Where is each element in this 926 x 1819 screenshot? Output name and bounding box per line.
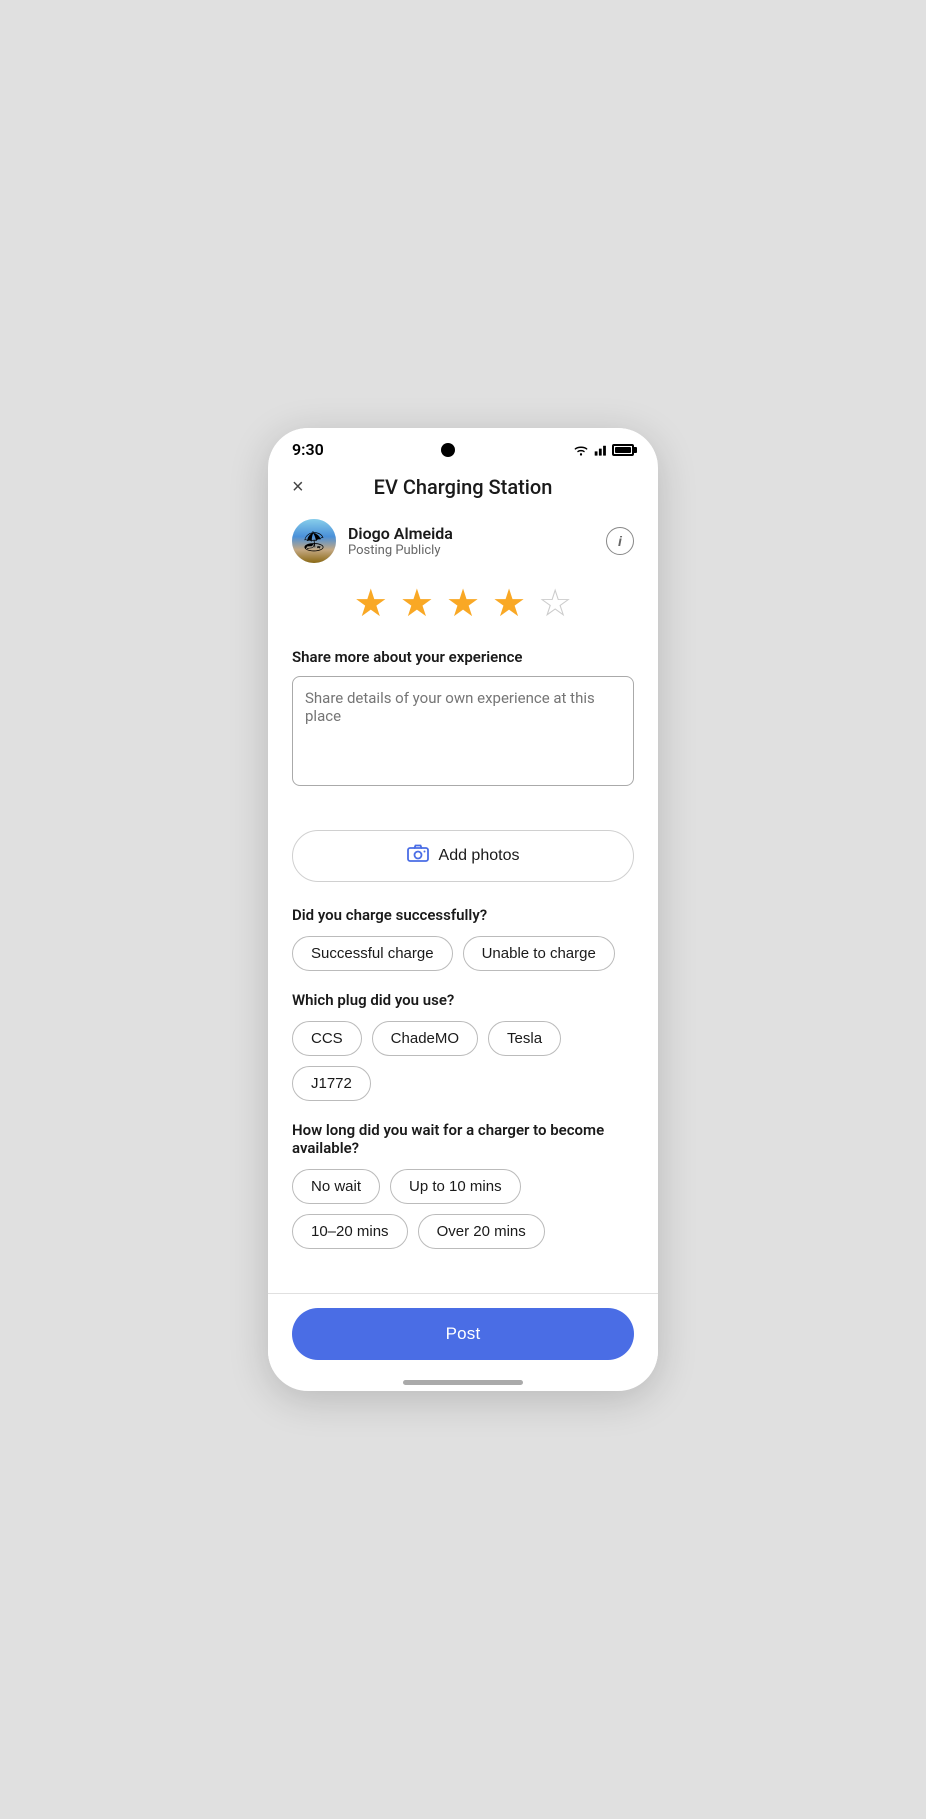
- plug-question-text: Which plug did you use?: [292, 991, 634, 1009]
- wait-options: No wait Up to 10 mins 10–20 mins Over 20…: [292, 1169, 634, 1249]
- info-button[interactable]: i: [606, 527, 634, 555]
- charge-question-text: Did you charge successfully?: [292, 906, 634, 924]
- charge-question-section: Did you charge successfully? Successful …: [292, 906, 634, 971]
- user-name: Diogo Almeida: [348, 524, 453, 543]
- chip-j1772[interactable]: J1772: [292, 1066, 371, 1101]
- app-header: × EV Charging Station: [268, 463, 658, 511]
- wifi-icon: [572, 443, 590, 457]
- signal-icon: [594, 443, 608, 457]
- chip-up-to-10-mins[interactable]: Up to 10 mins: [390, 1169, 521, 1204]
- review-section: Share more about your experience: [292, 648, 634, 810]
- status-icons: [572, 443, 634, 457]
- post-button[interactable]: Post: [292, 1308, 634, 1360]
- camera-dot: [441, 443, 455, 457]
- user-text: Diogo Almeida Posting Publicly: [348, 524, 453, 558]
- star-4[interactable]: ★: [492, 581, 526, 626]
- user-subtitle: Posting Publicly: [348, 543, 453, 558]
- chip-successful-charge[interactable]: Successful charge: [292, 936, 453, 971]
- phone-frame: 9:30 × EV Charging Station: [268, 428, 658, 1391]
- chip-ccs[interactable]: CCS: [292, 1021, 362, 1056]
- add-photos-button[interactable]: Add photos: [292, 830, 634, 882]
- charge-options: Successful charge Unable to charge: [292, 936, 634, 971]
- star-2[interactable]: ★: [400, 581, 434, 626]
- star-rating: ★ ★ ★ ★ ☆: [292, 581, 634, 626]
- add-photos-label: Add photos: [439, 847, 520, 865]
- status-time: 9:30: [292, 440, 324, 459]
- footer: Post: [268, 1293, 658, 1370]
- home-bar: [403, 1380, 523, 1385]
- close-button[interactable]: ×: [288, 472, 308, 503]
- chip-chademo[interactable]: ChadeMO: [372, 1021, 478, 1056]
- star-1[interactable]: ★: [354, 581, 388, 626]
- avatar: 🏖: [292, 519, 336, 563]
- wait-question-text: How long did you wait for a charger to b…: [292, 1121, 634, 1157]
- review-label: Share more about your experience: [292, 648, 634, 666]
- star-3[interactable]: ★: [446, 581, 480, 626]
- chip-unable-to-charge[interactable]: Unable to charge: [463, 936, 615, 971]
- user-row: 🏖 Diogo Almeida Posting Publicly i: [292, 519, 634, 563]
- status-bar: 9:30: [268, 428, 658, 463]
- plug-question-section: Which plug did you use? CCS ChadeMO Tesl…: [292, 991, 634, 1101]
- chip-no-wait[interactable]: No wait: [292, 1169, 380, 1204]
- chip-tesla[interactable]: Tesla: [488, 1021, 561, 1056]
- battery-icon: [612, 444, 634, 456]
- user-info: 🏖 Diogo Almeida Posting Publicly: [292, 519, 453, 563]
- plug-options: CCS ChadeMO Tesla J1772: [292, 1021, 634, 1101]
- chip-over-20-mins[interactable]: Over 20 mins: [418, 1214, 545, 1249]
- page-title: EV Charging Station: [374, 475, 553, 499]
- chip-10-20-mins[interactable]: 10–20 mins: [292, 1214, 408, 1249]
- star-5[interactable]: ☆: [538, 581, 572, 626]
- review-textarea[interactable]: [292, 676, 634, 786]
- content-area: 🏖 Diogo Almeida Posting Publicly i ★ ★ ★…: [268, 511, 658, 1293]
- wait-question-section: How long did you wait for a charger to b…: [292, 1121, 634, 1249]
- avatar-image: 🏖: [292, 519, 336, 563]
- camera-icon: [407, 844, 429, 868]
- home-indicator: [268, 1370, 658, 1391]
